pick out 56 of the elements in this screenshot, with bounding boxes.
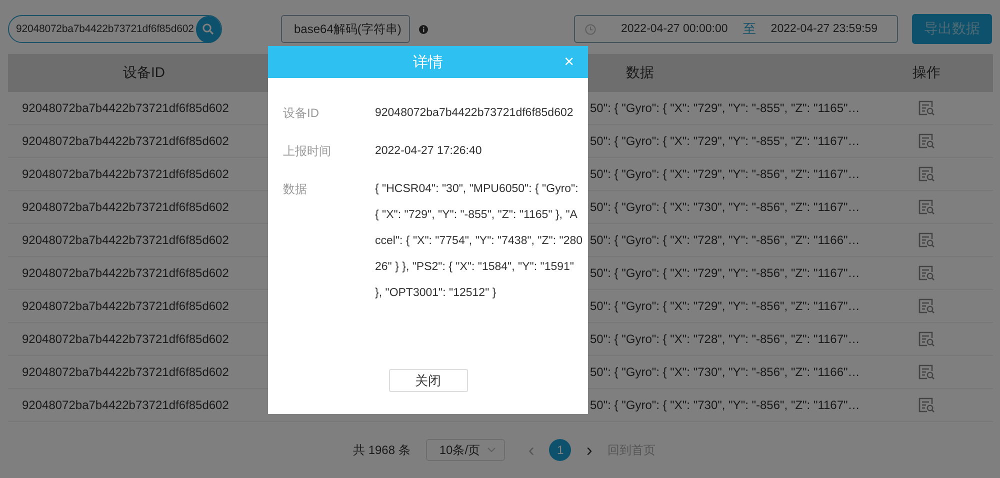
search-button[interactable] (196, 16, 221, 42)
next-page-button[interactable]: › (583, 440, 596, 460)
details-icon[interactable] (918, 232, 935, 248)
end-date: 2022-04-27 23:59:59 (770, 23, 878, 35)
details-icon[interactable] (918, 100, 935, 116)
details-icon[interactable] (918, 364, 935, 380)
clock-icon (585, 24, 596, 34)
field-value: 2022-04-27 17:26:40 (375, 144, 483, 159)
table-cell-text: 92048072ba7b4422b73721df6f85d602 (21, 332, 230, 346)
table-cell: 50": { "Gyro": { "X": "728", "Y": "-856", "Z": "1166"… (590, 233, 860, 247)
table-cell-text: 92048072ba7b4422b73721df6f85d602 (21, 398, 230, 412)
table-cell: 50": { "Gyro": { "X": "730", "Y": "-856", "Z": "1167"… (590, 200, 860, 214)
table-cell-text: 92048072ba7b4422b73721df6f85d602 (21, 167, 230, 181)
table-cell: 50": { "Gyro": { "X": "728", "Y": "-856", "Z": "1167"… (590, 332, 860, 346)
table-cell: 50": { "Gyro": { "X": "730", "Y": "-856", "Z": "1167"… (590, 398, 860, 412)
field-value: 92048072ba7b4422b73721df6f85d602 (375, 106, 574, 121)
decode-select[interactable]: base64解码(字符串) (281, 15, 410, 43)
dialog-title: 详情 (413, 52, 443, 72)
table-cell: 50": { "Gyro": { "X": "729", "Y": "-856", "Z": "1167"… (590, 266, 860, 280)
column-header: 设备ID (122, 64, 166, 82)
field-label: 数据 (283, 181, 308, 198)
field-label: 上报时间 (283, 143, 332, 160)
table-cell-text: 92048072ba7b4422b73721df6f85d602 (21, 365, 230, 379)
details-icon[interactable] (918, 331, 935, 347)
search-icon (202, 23, 214, 35)
column-header: 操作 (912, 64, 942, 82)
table-cell: 50": { "Gyro": { "X": "730", "Y": "-856", "Z": "1166"… (590, 365, 860, 379)
details-icon[interactable] (918, 133, 935, 149)
field-label: 设备ID (283, 105, 320, 122)
table-cell: 50": { "Gyro": { "X": "729", "Y": "-856", "Z": "1167"… (590, 167, 860, 181)
caret-icon (487, 447, 496, 453)
close-button[interactable]: 关闭 (388, 369, 468, 392)
total-count: 共 1968 条 (353, 442, 410, 458)
details-icon[interactable] (918, 397, 935, 413)
table-cell: 50": { "Gyro": { "X": "729", "Y": "-856", "Z": "1167"… (590, 299, 860, 313)
info-icon[interactable] (419, 24, 428, 34)
details-icon[interactable] (918, 199, 935, 215)
details-icon[interactable] (918, 298, 935, 314)
table-cell-text: 92048072ba7b4422b73721df6f85d602 (21, 233, 230, 247)
page-size-select[interactable]: 10条/页 (426, 439, 506, 461)
search-field[interactable]: 92048072ba7b4422b73721df6f85d602 (8, 15, 222, 43)
details-icon[interactable] (918, 166, 935, 182)
range-separator: 至 (742, 20, 756, 38)
table-cell-text: 92048072ba7b4422b73721df6f85d602 (21, 101, 230, 115)
details-icon[interactable] (918, 265, 935, 281)
start-date: 2022-04-27 00:00:00 (621, 23, 728, 35)
table-cell-text: 92048072ba7b4422b73721df6f85d602 (21, 266, 230, 280)
search-text: 92048072ba7b4422b73721df6f85d602 (16, 23, 194, 35)
table-cell-text: 92048072ba7b4422b73721df6f85d602 (21, 134, 230, 148)
table-cell: 50": { "Gyro": { "X": "729", "Y": "-855", "Z": "1167"… (590, 134, 860, 148)
date-range-field[interactable]: 2022-04-27 00:00:00 至 2022-04-27 23:59:59 (574, 15, 898, 43)
table-cell: 50": { "Gyro": { "X": "729", "Y": "-855", "Z": "1165"… (590, 101, 860, 115)
table-cell-text: 92048072ba7b4422b73721df6f85d602 (21, 299, 230, 313)
column-header: 数据 (625, 64, 655, 82)
table-cell-text: 92048072ba7b4422b73721df6f85d602 (21, 200, 230, 214)
field-value: { "HCSR04": "30", "MPU6050": { "Gyro": { "X": "729", "Y": "-855", "Z": "1165" }, "Accel": { "X": "7754", "Y": "7438", "Z": "28026" } }, "PS2": { "X": "1584", "Y": "1591" }, "OPT3001": "12512" } (375, 182, 583, 301)
